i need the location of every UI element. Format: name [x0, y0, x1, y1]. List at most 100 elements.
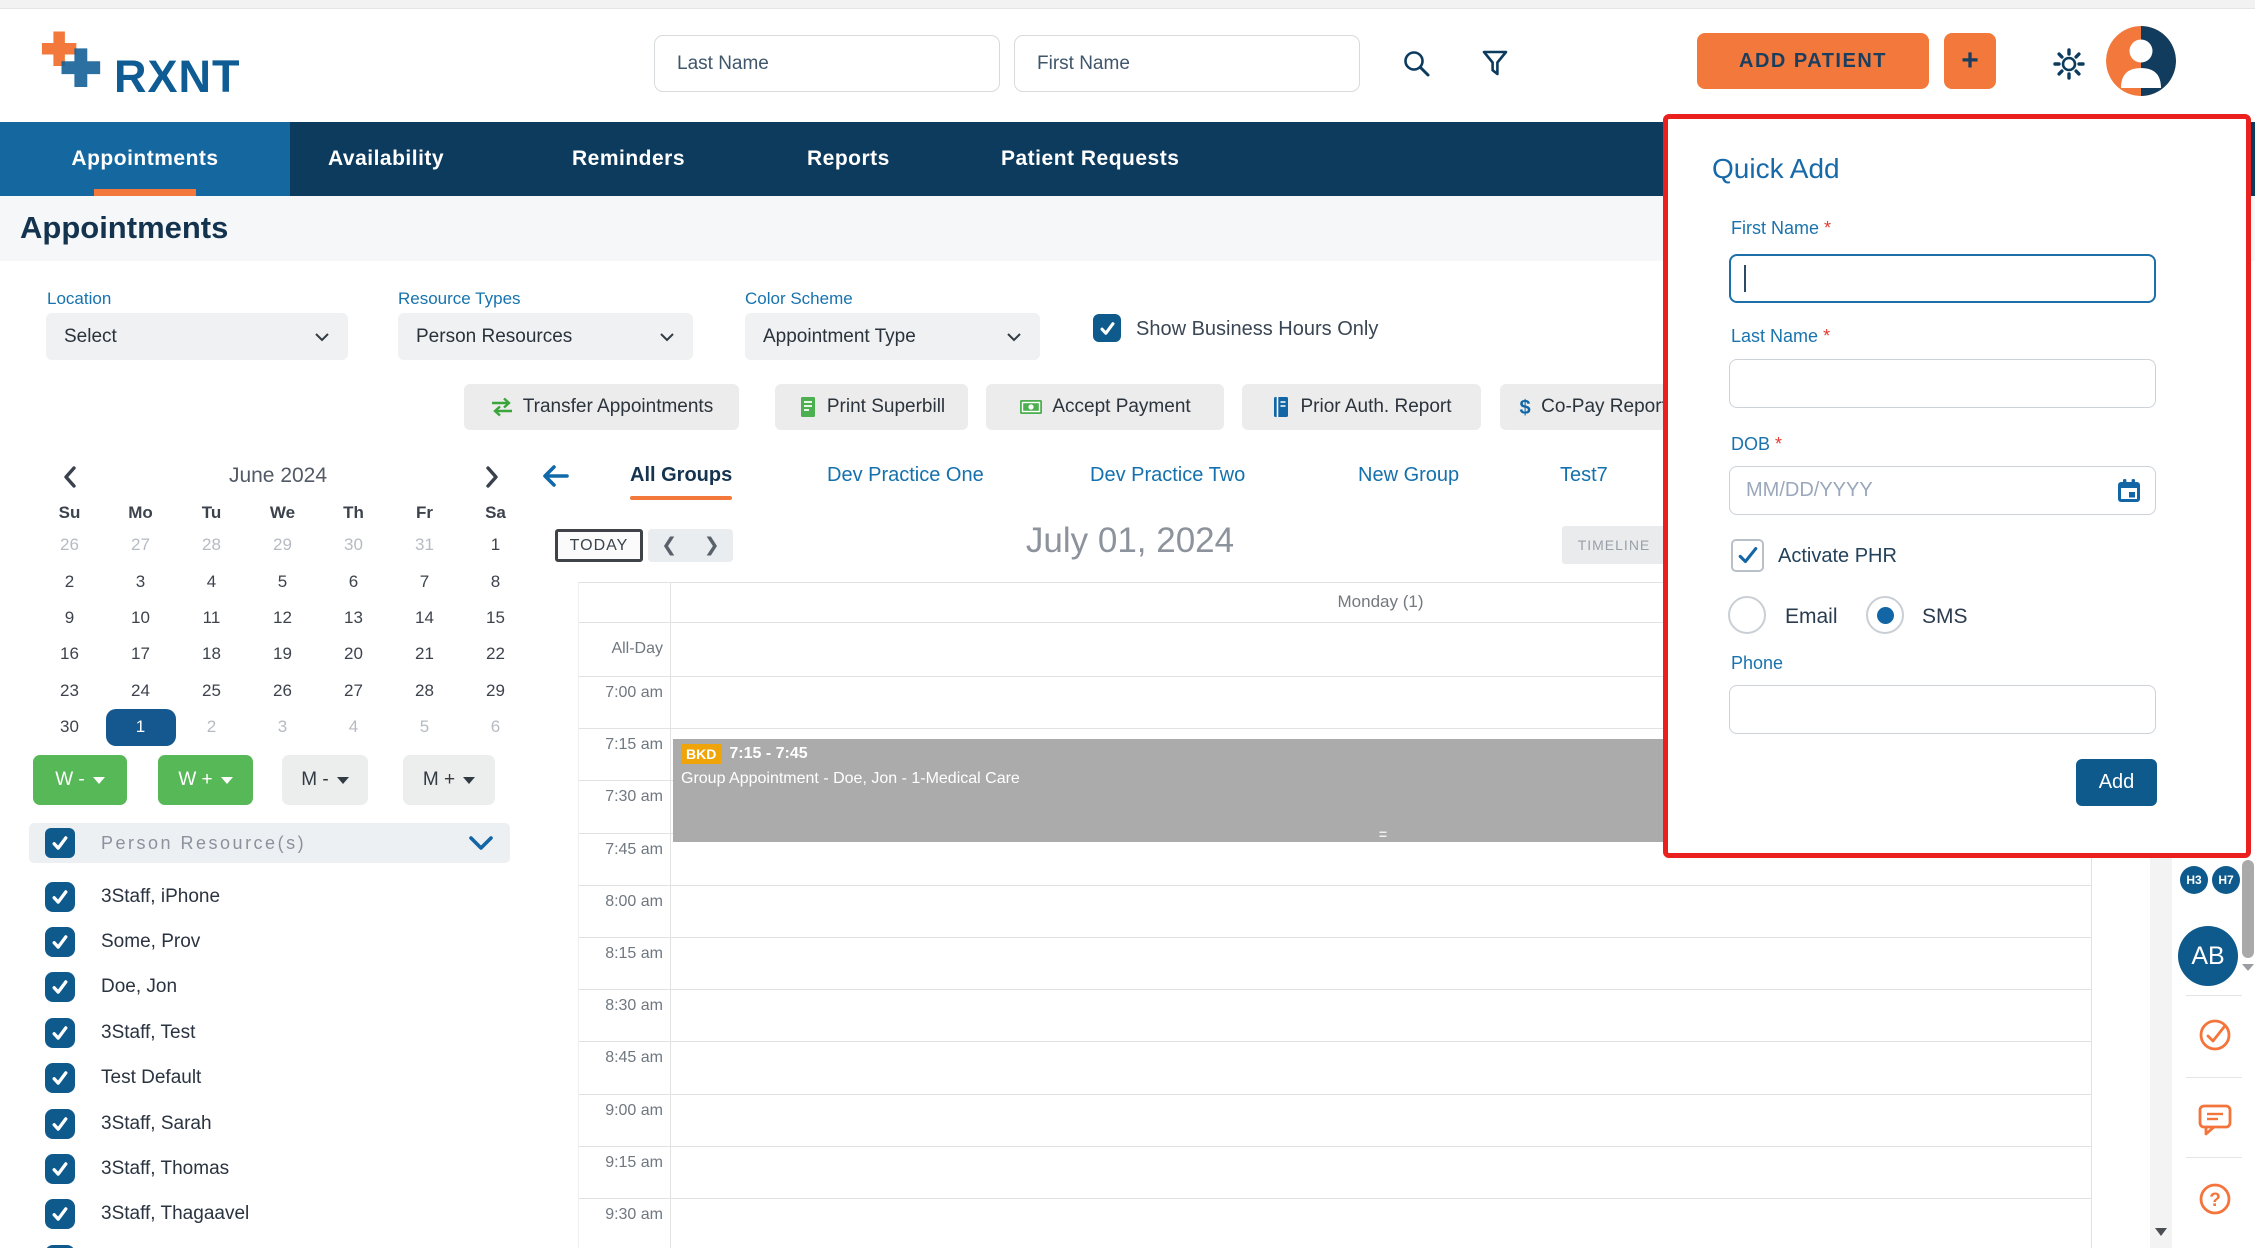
time-slot-row[interactable]: 9:30 am [579, 1199, 2091, 1248]
filter-icon[interactable] [1478, 47, 1512, 81]
resource-checkbox[interactable] [45, 1109, 75, 1139]
group-tab-test7[interactable]: Test7 [1560, 464, 1608, 487]
quick-add-phone-input[interactable] [1729, 685, 2156, 734]
user-avatar[interactable] [2106, 26, 2176, 96]
calendar-date[interactable]: 28 [176, 527, 247, 563]
group-tab-dev-practice-two[interactable]: Dev Practice Two [1090, 464, 1245, 487]
calendar-date-selected[interactable]: 1 [105, 709, 176, 745]
rxnt-logo[interactable]: RXNT [40, 25, 270, 105]
resource-checkbox[interactable] [45, 882, 75, 912]
resource-checkbox[interactable] [45, 1018, 75, 1048]
transfer-appointments-button[interactable]: Transfer Appointments [464, 384, 739, 430]
calendar-date[interactable]: 7 [389, 563, 460, 599]
calendar-date[interactable]: 8 [460, 563, 531, 599]
tab-availability[interactable]: Availability [328, 122, 444, 196]
location-select[interactable]: Select [46, 313, 348, 360]
person-resources-header[interactable]: Person Resource(s) [29, 823, 510, 863]
appointment-resize-handle[interactable]: = [1379, 826, 1387, 842]
time-slot-row[interactable]: 8:30 am [579, 990, 2091, 1042]
group-tab-new-group[interactable]: New Group [1358, 464, 1459, 487]
resource-list-item[interactable]: Doe, Jon [29, 965, 510, 1010]
calendar-date[interactable]: 9 [34, 600, 105, 636]
calendar-date[interactable]: 3 [105, 563, 176, 599]
prior-auth-report-button[interactable]: Prior Auth. Report [1242, 384, 1481, 430]
calendar-date[interactable]: 27 [105, 527, 176, 563]
resource-checkbox[interactable] [45, 972, 75, 1002]
calendar-date[interactable]: 2 [34, 563, 105, 599]
calendar-date[interactable]: 30 [318, 527, 389, 563]
calendar-date[interactable]: 22 [460, 636, 531, 672]
calendar-date[interactable]: 23 [34, 673, 105, 709]
w-minus-button[interactable]: W - [33, 755, 127, 805]
next-day-icon[interactable]: ❯ [704, 536, 720, 555]
time-slot-row[interactable]: 9:15 am [579, 1147, 2091, 1199]
calendar-date[interactable]: 5 [247, 563, 318, 599]
gear-icon[interactable] [2050, 45, 2088, 83]
quick-add-first-name-input[interactable] [1729, 254, 2156, 303]
rail-badge-h7[interactable]: H7 [2212, 866, 2240, 894]
group-tab-dev-practice-one[interactable]: Dev Practice One [827, 464, 984, 487]
calendar-date[interactable]: 29 [460, 673, 531, 709]
calendar-date[interactable]: 16 [34, 636, 105, 672]
calendar-date[interactable]: 27 [318, 673, 389, 709]
calendar-date[interactable]: 3 [247, 709, 318, 745]
calendar-date[interactable]: 19 [247, 636, 318, 672]
resource-list-item[interactable] [29, 1237, 510, 1248]
quick-add-dob-input[interactable] [1729, 466, 2156, 515]
rail-scrollbar-thumb[interactable] [2242, 860, 2254, 958]
resource-list-item[interactable]: Some, Prov [29, 919, 510, 964]
calendar-date[interactable]: 4 [176, 563, 247, 599]
calendar-date[interactable]: 6 [318, 563, 389, 599]
resource-list-item[interactable]: 3Staff, Sarah [29, 1101, 510, 1146]
calendar-date[interactable]: 31 [389, 527, 460, 563]
add-patient-button[interactable]: ADD PATIENT [1697, 33, 1929, 89]
w-plus-button[interactable]: W + [158, 755, 253, 805]
back-arrow-icon[interactable] [540, 462, 570, 490]
accept-payment-button[interactable]: Accept Payment [986, 384, 1224, 430]
calendar-date[interactable]: 4 [318, 709, 389, 745]
quick-add-last-name-input[interactable] [1729, 359, 2156, 408]
rail-user-avatar[interactable]: AB [2178, 926, 2238, 986]
calendar-date[interactable]: 15 [460, 600, 531, 636]
resource-list-item[interactable]: 3Staff, Thomas [29, 1146, 510, 1191]
group-tab-all-groups[interactable]: All Groups [630, 464, 732, 487]
calendar-date[interactable]: 20 [318, 636, 389, 672]
co-pay-report-button[interactable]: $Co-Pay Report [1500, 384, 1685, 430]
tab-reminders[interactable]: Reminders [572, 122, 685, 196]
time-slot-row[interactable]: 8:00 am [579, 886, 2091, 938]
rail-scroll-down-icon[interactable] [2242, 964, 2254, 971]
resource-list-item[interactable]: 3Staff, Thagaavel [29, 1192, 510, 1237]
rail-badge-h3[interactable]: H3 [2180, 866, 2208, 894]
resource-checkbox[interactable] [45, 1154, 75, 1184]
quick-add-submit-button[interactable]: Add [2076, 759, 2157, 806]
calendar-date[interactable]: 21 [389, 636, 460, 672]
chevron-down-icon[interactable] [468, 835, 494, 851]
resource-list-item[interactable]: 3Staff, Test [29, 1010, 510, 1055]
help-icon[interactable]: ? [2196, 1180, 2234, 1218]
time-slot-row[interactable]: 8:15 am [579, 938, 2091, 990]
resource-list-item[interactable]: 3Staff, iPhone [29, 874, 510, 919]
calendar-date[interactable]: 24 [105, 673, 176, 709]
resource-types-select[interactable]: Person Resources [398, 313, 693, 360]
next-month-icon[interactable] [476, 462, 506, 492]
calendar-date[interactable]: 10 [105, 600, 176, 636]
m-minus-button[interactable]: M - [282, 755, 368, 805]
calendar-date[interactable]: 2 [176, 709, 247, 745]
main-scrollbar-track[interactable] [2150, 858, 2172, 1248]
calendar-date[interactable]: 30 [34, 709, 105, 745]
email-radio[interactable] [1728, 596, 1766, 634]
time-slot-row[interactable]: 9:00 am [579, 1095, 2091, 1147]
first-name-search-input[interactable] [1014, 35, 1360, 92]
tab-reports[interactable]: Reports [807, 122, 890, 196]
resource-checkbox[interactable] [45, 1063, 75, 1093]
prev-day-icon[interactable]: ❮ [661, 536, 677, 555]
check-circle-icon[interactable] [2196, 1016, 2234, 1054]
m-plus-button[interactable]: M + [403, 755, 495, 805]
calendar-date[interactable]: 6 [460, 709, 531, 745]
resource-list-item[interactable]: Test Default [29, 1056, 510, 1101]
resource-checkbox[interactable] [45, 1199, 75, 1229]
tab-patient-requests[interactable]: Patient Requests [1001, 122, 1179, 196]
calendar-date[interactable]: 26 [34, 527, 105, 563]
calendar-date[interactable]: 13 [318, 600, 389, 636]
sms-radio[interactable] [1866, 596, 1904, 634]
